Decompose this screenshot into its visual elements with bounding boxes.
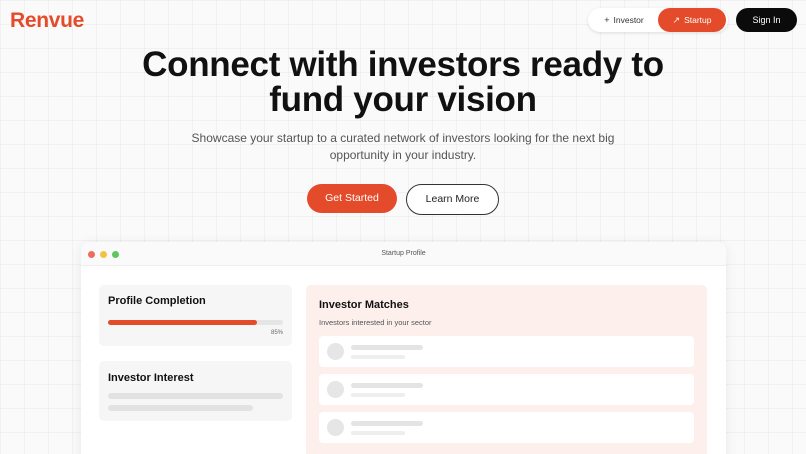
plus-icon: + [604,15,610,25]
match-skeleton-name [351,421,423,426]
investor-matches-panel: Investor Matches Investors interested in… [306,285,707,454]
progress-percent-label: 85% [270,330,283,336]
match-skeleton-detail [351,393,405,397]
investor-match-row[interactable] [319,374,694,405]
toggle-startup[interactable]: ↗ Startup [658,8,726,32]
learn-more-button[interactable]: Learn More [406,184,499,215]
investor-interest-title: Investor Interest [108,372,194,384]
investor-matches-subtitle: Investors interested in your sector [319,318,432,327]
interest-skeleton-bar [108,405,253,411]
investor-match-row[interactable] [319,336,694,367]
match-skeleton-name [351,345,423,350]
role-toggle: + Investor ↗ Startup [588,8,728,32]
match-skeleton-detail [351,431,405,435]
match-skeleton-detail [351,355,405,359]
hero-headline-line2: fund your vision [269,80,537,119]
profile-completion-title: Profile Completion [108,295,206,307]
interest-skeleton-bar [108,393,283,399]
profile-completion-progress [108,320,283,325]
hero-headline-line1: Connect with investors ready to [142,45,664,84]
progress-fill [108,320,257,325]
hero-subtitle: Showcase your startup to a curated netwo… [191,131,615,162]
investor-matches-title: Investor Matches [319,299,409,311]
brand-logo[interactable]: Renvue [10,9,84,33]
investor-match-row[interactable] [319,412,694,443]
avatar [327,381,344,398]
get-started-button[interactable]: Get Started [307,184,397,213]
startup-profile-window: Startup Profile Profile Completion 85% I… [81,242,726,454]
match-skeleton-name [351,383,423,388]
toggle-investor[interactable]: + Investor [592,8,656,32]
avatar [327,343,344,360]
toggle-startup-label: Startup [684,15,712,25]
toggle-investor-label: Investor [613,15,644,25]
arrow-trend-icon: ↗ [672,15,681,25]
avatar [327,419,344,436]
sign-in-button[interactable]: Sign In [736,8,797,32]
profile-completion-card: Profile Completion 85% [99,285,292,346]
investor-interest-card: Investor Interest [99,361,292,421]
window-title: Startup Profile [381,250,426,257]
window-titlebar: Startup Profile [81,242,726,266]
hero-headline: Connect with investors ready to fund you… [0,47,806,117]
